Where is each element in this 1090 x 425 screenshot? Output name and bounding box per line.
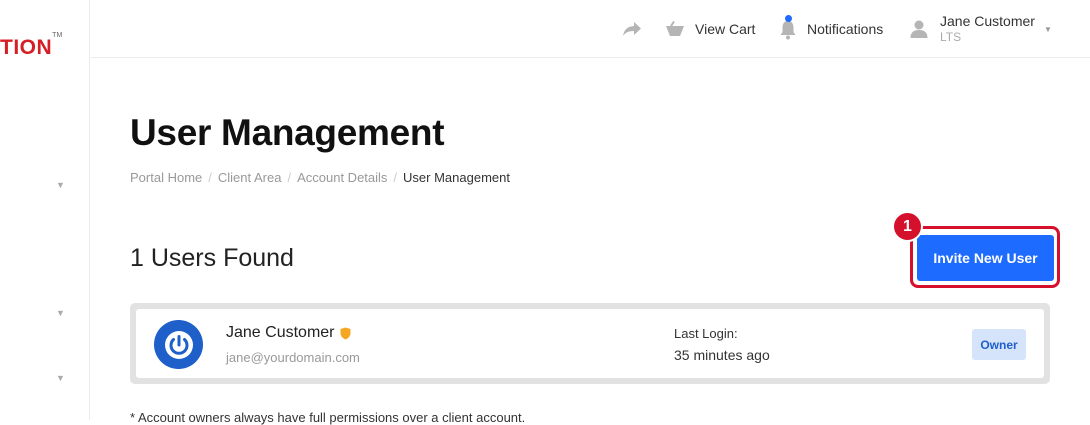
sidebar-chevron-down-icon[interactable]: ▼ — [56, 309, 65, 318]
breadcrumb-current: User Management — [403, 170, 510, 185]
share-button[interactable] — [622, 0, 642, 58]
sidebar-chevron-down-icon[interactable]: ▼ — [56, 181, 65, 190]
breadcrumb-separator: / — [208, 170, 212, 185]
breadcrumb-portal-home[interactable]: Portal Home — [130, 170, 202, 185]
logo-tm: TM — [52, 32, 63, 39]
user-card-name-row: Jane Customer — [226, 324, 351, 342]
breadcrumb-separator: / — [287, 170, 292, 185]
page-title: User Management — [130, 112, 445, 153]
user-subtitle: LTS — [940, 30, 962, 44]
bell-icon-wrapper — [778, 15, 798, 40]
view-cart-label: View Cart — [695, 21, 756, 37]
breadcrumb-separator: / — [393, 170, 398, 185]
top-navigation-bar: View Cart Notifications Jane Customer LT… — [91, 0, 1090, 58]
bell-icon — [780, 21, 796, 40]
shield-icon — [340, 327, 350, 339]
users-found-heading: 1 Users Found — [130, 244, 294, 272]
view-cart-button[interactable]: View Cart — [665, 0, 755, 58]
notifications-button[interactable]: Notifications — [778, 0, 883, 58]
invite-new-user-button[interactable]: Invite New User — [917, 235, 1054, 281]
user-menu[interactable]: Jane Customer LTS ▼ — [909, 0, 1052, 58]
basket-icon — [666, 21, 684, 36]
step-number-badge: 1 — [892, 211, 923, 242]
avatar — [154, 320, 203, 369]
footnote: * Account owners always have full permis… — [130, 410, 526, 425]
user-icon — [910, 20, 928, 38]
user-card-email: jane@yourdomain.com — [226, 350, 360, 365]
share-arrow-icon — [623, 22, 641, 36]
breadcrumb: Portal Home / Client Area / Account Deta… — [130, 170, 510, 185]
notifications-label: Notifications — [807, 21, 884, 37]
brand-logo[interactable]: TIONTM — [0, 32, 62, 60]
breadcrumb-account-details[interactable]: Account Details — [297, 170, 387, 185]
last-login-label: Last Login: — [674, 326, 738, 341]
logo-text: TION — [0, 36, 53, 59]
power-icon — [164, 330, 193, 359]
user-name: Jane Customer — [940, 13, 1035, 29]
user-card — [136, 309, 1044, 378]
main-content: View Cart Notifications Jane Customer LT… — [91, 0, 1090, 425]
breadcrumb-client-area[interactable]: Client Area — [218, 170, 282, 185]
notification-dot — [785, 15, 792, 22]
sidebar-chevron-down-icon[interactable]: ▼ — [56, 374, 65, 383]
owner-role-badge: Owner — [972, 329, 1026, 360]
last-login-value: 35 minutes ago — [674, 347, 770, 363]
chevron-down-icon: ▼ — [1043, 24, 1052, 34]
user-card-name: Jane Customer — [226, 324, 335, 341]
sidebar: TIONTM ▼ ▼ ▼ — [0, 0, 90, 420]
